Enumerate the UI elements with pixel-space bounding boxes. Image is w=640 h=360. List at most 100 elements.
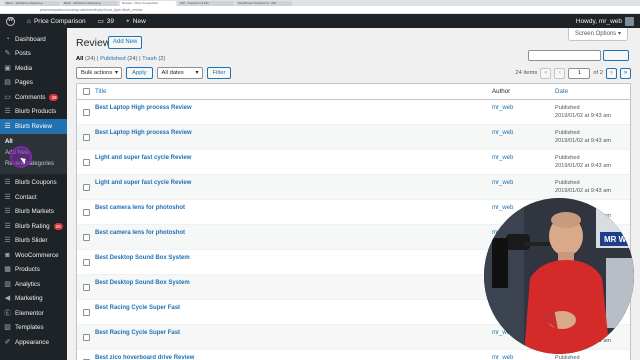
row-checkbox[interactable]	[82, 158, 90, 166]
row-author-link[interactable]: mr_web	[492, 175, 555, 186]
sidebar-item-blurb-products[interactable]: ☰ Blurb Products	[0, 105, 67, 120]
row-title-link[interactable]: Best Racing Cycle Super Fast	[95, 325, 492, 336]
table-row: Best Laptop High process Review mr_web Pub…	[77, 100, 630, 125]
row-date-value: 2019/01/02 at 9:43 am	[555, 112, 611, 119]
prev-page-icon: ‹	[554, 67, 566, 79]
row-title-link[interactable]: Best camera lens for photoshot	[95, 200, 492, 211]
row-title-link[interactable]: Best Racing Cycle Super Fast	[95, 300, 492, 311]
sidebar-item-label: Blurb Products	[15, 108, 57, 116]
row-title-link[interactable]: Best Desktop Sound Box System	[95, 250, 492, 261]
sidebar-item-contact[interactable]: ☰ Contact	[0, 190, 67, 205]
woo-icon: ◙	[5, 251, 10, 259]
megaphone-icon: ◀	[4, 295, 11, 303]
browser-tab[interactable]: Blurb - WhiteFire Marketing	[4, 0, 60, 6]
row-title-link[interactable]: Light and super fast cycle Review	[95, 175, 492, 186]
row-checkbox[interactable]	[82, 208, 90, 216]
row-checkbox[interactable]	[82, 258, 90, 266]
column-title[interactable]: Title	[95, 88, 492, 95]
table-row: Light and super fast cycle Review mr_web P…	[77, 175, 630, 200]
avatar	[625, 16, 634, 26]
column-date[interactable]: Date	[555, 88, 630, 96]
sidebar-item-label: Pages	[15, 79, 33, 87]
select-all-checkbox[interactable]	[82, 88, 90, 95]
sidebar-item-woocommerce[interactable]: ◙ WooCommerce	[0, 248, 67, 263]
sidebar-item-label: Blurb Review	[15, 122, 53, 130]
sidebar-item-blurb-markets[interactable]: ☰ Blurb Markets	[0, 205, 67, 220]
brush-icon: ✐	[4, 338, 11, 346]
account-menu[interactable]: Howdy, mr_web	[576, 16, 640, 26]
row-author-link[interactable]: mr_web	[492, 100, 555, 111]
dates-select[interactable]: All dates	[156, 67, 203, 79]
row-checkbox[interactable]	[82, 133, 90, 141]
row-title-link[interactable]: Best camera lens for photoshot	[95, 225, 492, 236]
products-icon: ▦	[4, 266, 11, 274]
apply-button[interactable]: Apply	[126, 67, 153, 79]
row-title-link[interactable]: Light and super fast cycle Review	[95, 150, 492, 161]
browser-tab[interactable]: WordPress Tutorial 2.0 - WP	[236, 0, 292, 6]
sidebar-item-analytics[interactable]: ▥ Analytics	[0, 277, 67, 292]
add-new-button[interactable]: Add New	[108, 36, 143, 49]
current-page-input[interactable]: 1	[568, 67, 591, 79]
table-header: Title Author Date	[77, 84, 630, 100]
row-checkbox[interactable]	[82, 108, 90, 116]
bulk-actions-select[interactable]: Bulk actions	[76, 67, 122, 79]
address-bar[interactable]: pricecomparison.local/wp-admin/edit.php?…	[0, 6, 640, 14]
row-author-link[interactable]: mr_web	[492, 125, 555, 136]
row-status: Published	[555, 155, 580, 161]
row-title-link[interactable]: Best Laptop High process Review	[95, 100, 492, 111]
filter-all[interactable]: All (24)	[76, 56, 95, 62]
search-button[interactable]	[603, 50, 629, 61]
sidebar-item-templates[interactable]: ▧ Templates	[0, 321, 67, 336]
sidebar-item-label: Dashboard	[15, 35, 46, 43]
last-page-button[interactable]: »	[620, 67, 631, 79]
sidebar-item-pages[interactable]: ▤ Pages	[0, 76, 67, 91]
row-checkbox[interactable]	[82, 233, 90, 241]
browser-tab[interactable]: WP - Tutorial In 5 Min	[178, 0, 234, 6]
home-icon: ⌂	[27, 17, 31, 25]
comments-count: 39	[106, 17, 114, 25]
screen-options-button[interactable]: Screen Options ▾	[567, 28, 628, 41]
sidebar-item-media[interactable]: ▣ Media	[0, 61, 67, 76]
row-checkbox[interactable]	[82, 308, 90, 316]
row-title-link[interactable]: Best Laptop High process Review	[95, 125, 492, 136]
sidebar-item-blurb-rating[interactable]: ☰ Blurb Rating 29	[0, 219, 67, 234]
filter-published[interactable]: Published (24)	[100, 56, 137, 62]
comment-icon: ▭	[97, 18, 104, 25]
row-checkbox[interactable]	[82, 283, 90, 291]
row-checkbox[interactable]	[82, 333, 90, 341]
row-title-link[interactable]: Best Desktop Sound Box System	[95, 275, 492, 286]
sidebar-item-posts[interactable]: ✎ Posts	[0, 47, 67, 62]
sidebar-item-marketing[interactable]: ◀ Marketing	[0, 292, 67, 307]
row-title-link[interactable]: Best zico hoverboard drive Review	[95, 350, 492, 360]
sidebar-item-blurb-slider[interactable]: ☰ Blurb Slider	[0, 234, 67, 249]
comment-icon: ▭	[4, 93, 11, 101]
wp-logo-menu[interactable]	[0, 14, 21, 28]
filter-trash[interactable]: Trash (2)	[142, 56, 165, 62]
browser-tab[interactable]: Blurb - WhiteFire Marketing	[62, 0, 118, 6]
next-page-button[interactable]: ›	[606, 67, 617, 79]
sidebar-item-elementor[interactable]: Ⓔ Elementor	[0, 306, 67, 321]
filter-button[interactable]: Filter	[206, 67, 232, 79]
chevron-down-icon: ▾	[617, 31, 621, 37]
comments-link[interactable]: ▭ 39	[92, 14, 120, 28]
site-name: Price Comparison	[33, 17, 86, 25]
sidebar-item-label: Blurb Slider	[15, 237, 48, 245]
row-status: Published	[555, 180, 580, 186]
sidebar-item-appearance[interactable]: ✐ Appearance	[0, 335, 67, 350]
new-content-link[interactable]: + New	[120, 14, 152, 28]
row-author-link[interactable]: mr_web	[492, 150, 555, 161]
list-icon: ☰	[4, 122, 11, 130]
new-label: New	[132, 17, 146, 25]
search-input[interactable]	[528, 50, 601, 61]
elementor-icon: Ⓔ	[4, 309, 11, 317]
sidebar-item-blurb-review[interactable]: ☰ Blurb Review	[0, 119, 67, 134]
browser-tab[interactable]: Review - Price Comparison	[120, 0, 176, 6]
row-status: Published	[555, 105, 580, 111]
sidebar-item-blurb-coupons[interactable]: ☰ Blurb Coupons	[0, 176, 67, 191]
sidebar-item-dashboard[interactable]: ◔ Dashboard	[0, 32, 67, 47]
row-checkbox[interactable]	[82, 183, 90, 191]
submenu-all[interactable]: All	[0, 137, 67, 148]
sidebar-item-comments[interactable]: ▭ Comments 39	[0, 90, 67, 105]
sidebar-item-products[interactable]: ▦ Products	[0, 263, 67, 278]
site-name-link[interactable]: ⌂ Price Comparison	[21, 14, 92, 28]
